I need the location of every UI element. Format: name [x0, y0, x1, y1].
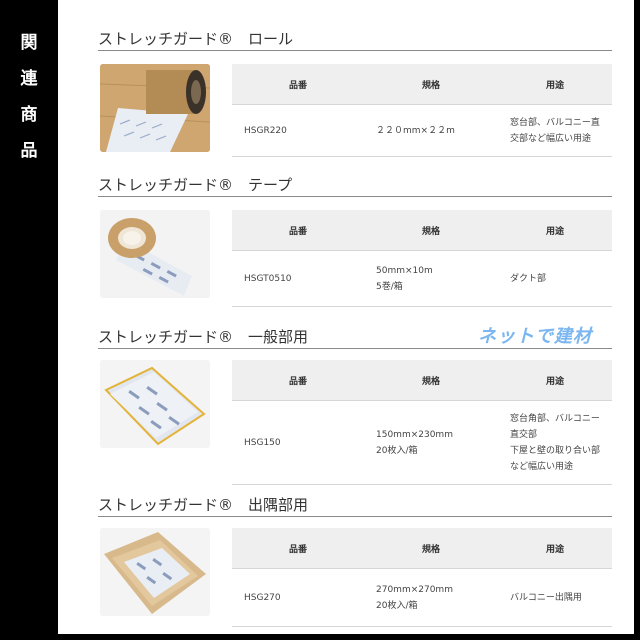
product-use: 窓台角部、バルコニー 直交部 下屋と壁の取り合い部 など幅広い用途: [498, 400, 612, 485]
header-use: 用途: [498, 360, 612, 401]
side-label-char: 商: [20, 105, 38, 125]
product-image-tape[interactable]: [100, 210, 210, 298]
header-code: 品番: [232, 210, 364, 251]
header-spec: 規格: [364, 528, 498, 569]
product-spec: ２２０mm×２２m: [364, 104, 498, 157]
table-row: HSG150 150mm×230mm 20枚入/箱 窓台角部、バルコニー 直交部…: [232, 400, 612, 485]
product-use: バルコニー出隅用: [498, 568, 612, 627]
side-label-char: 品: [20, 141, 38, 161]
product-spec: 50mm×10m 5巻/箱: [364, 250, 498, 307]
header-spec: 規格: [364, 360, 498, 401]
product-code: HSGR220: [232, 104, 364, 157]
product-image-roll[interactable]: [100, 64, 210, 152]
header-spec: 規格: [364, 64, 498, 105]
product-use: 窓台部、バルコニー直 交部など幅広い用途: [498, 104, 612, 157]
section-title: ストレッチガード® ロール: [98, 30, 294, 48]
product-image-general[interactable]: [100, 360, 210, 448]
header-code: 品番: [232, 528, 364, 569]
product-spec: 270mm×270mm 20枚入/箱: [364, 568, 498, 627]
sheet-image: [100, 360, 210, 448]
section-title: ストレッチガード® 出隅部用: [98, 496, 309, 514]
product-code: HSG150: [232, 400, 364, 485]
section-title: ストレッチガード® テープ: [98, 176, 293, 194]
watermark-logo: ネットで建材: [478, 326, 592, 347]
side-label-char: 連: [20, 69, 38, 89]
product-code: HSG270: [232, 568, 364, 627]
header-use: 用途: [498, 528, 612, 569]
section-divider: [98, 516, 612, 517]
header-use: 用途: [498, 210, 612, 251]
header-spec: 規格: [364, 210, 498, 251]
header-use: 用途: [498, 64, 612, 105]
corner-sheet-image: [100, 528, 210, 616]
product-image-corner[interactable]: [100, 528, 210, 616]
product-use: ダクト部: [498, 250, 612, 307]
side-label: 関 連 商 品: [0, 0, 58, 640]
table-row: HSGR220 ２２０mm×２２m 窓台部、バルコニー直 交部など幅広い用途: [232, 104, 612, 157]
roll-image: [100, 64, 210, 152]
spec-table: 品番 規格 用途 HSG270 270mm×270mm 20枚入/箱 バルコニー…: [232, 528, 612, 627]
spec-table: 品番 規格 用途 HSGT0510 50mm×10m 5巻/箱 ダクト部: [232, 210, 612, 307]
table-row: HSG270 270mm×270mm 20枚入/箱 バルコニー出隅用: [232, 568, 612, 627]
side-label-char: 関: [20, 33, 38, 53]
section-divider: [98, 196, 612, 197]
header-code: 品番: [232, 64, 364, 105]
spec-table: 品番 規格 用途 HSG150 150mm×230mm 20枚入/箱 窓台角部、…: [232, 360, 612, 485]
header-code: 品番: [232, 360, 364, 401]
tape-image: [100, 210, 210, 298]
section-divider: [98, 348, 612, 349]
product-code: HSGT0510: [232, 250, 364, 307]
product-panel: ストレッチガード® ロール 品番 規格 用途 HSGR220 ２２０mm×２２m…: [58, 0, 634, 634]
spec-table: 品番 規格 用途 HSGR220 ２２０mm×２２m 窓台部、バルコニー直 交部…: [232, 64, 612, 157]
product-spec: 150mm×230mm 20枚入/箱: [364, 400, 498, 485]
section-divider: [98, 50, 612, 51]
table-row: HSGT0510 50mm×10m 5巻/箱 ダクト部: [232, 250, 612, 307]
